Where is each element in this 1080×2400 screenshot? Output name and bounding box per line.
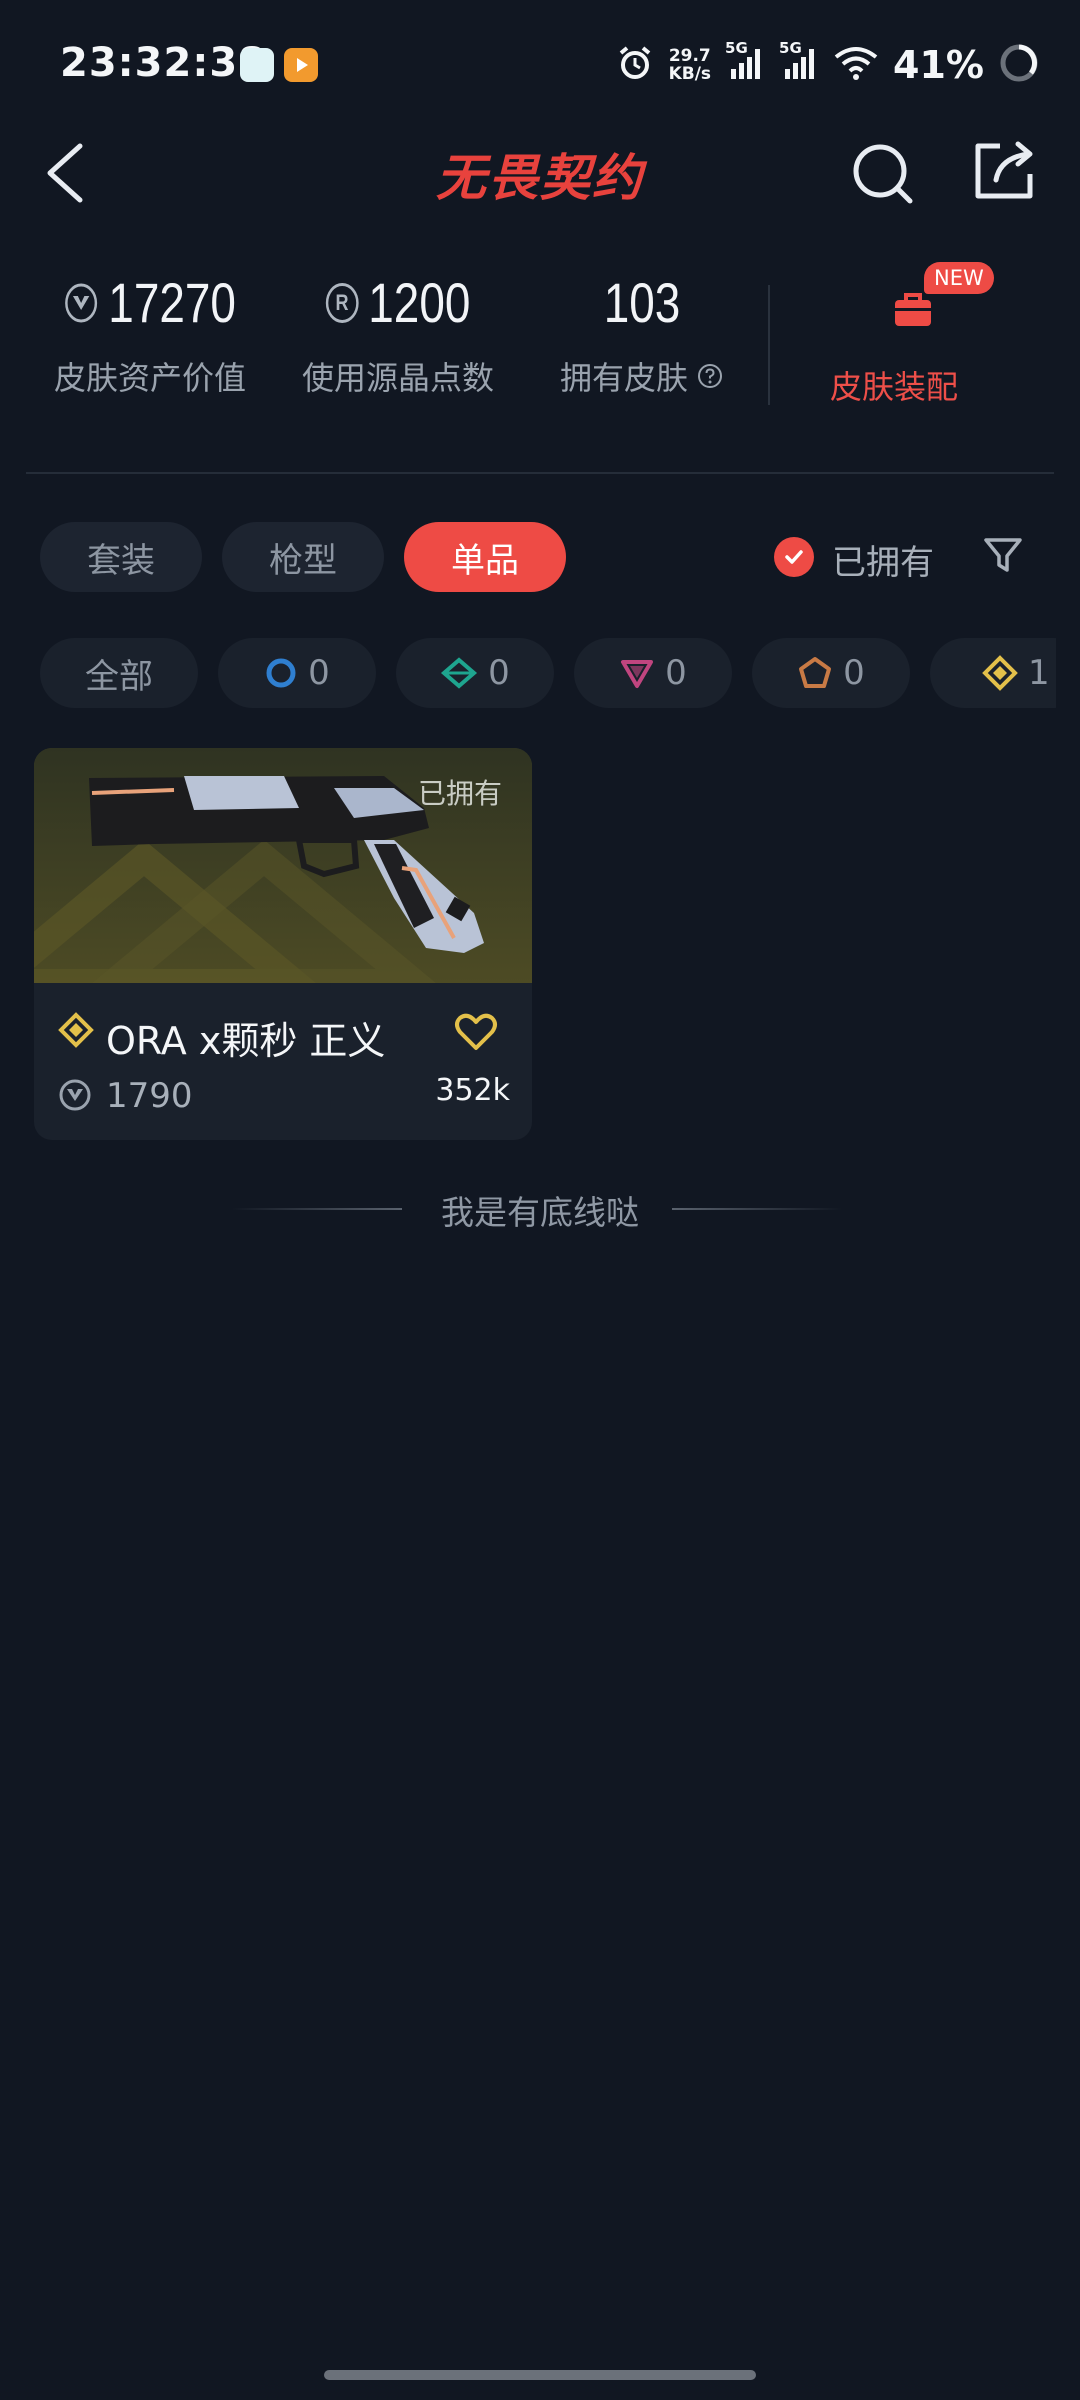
filter-icon bbox=[984, 538, 1022, 572]
new-badge: NEW bbox=[924, 262, 994, 294]
ultra-tier-icon bbox=[982, 655, 1018, 691]
stat-value-text: 1200 bbox=[368, 271, 471, 334]
radianite-point-icon: R bbox=[325, 282, 359, 323]
chip-count: 1 bbox=[1028, 653, 1050, 693]
status-right: 29.7 KB/s 5G 5G 41% bbox=[615, 39, 1040, 90]
stat-skin-value: 17270 皮肤资产价值 bbox=[40, 270, 260, 399]
stats-divider bbox=[768, 285, 770, 405]
stat-owned-skins-number: 103 bbox=[568, 270, 716, 335]
home-indicator[interactable] bbox=[324, 2370, 756, 2380]
select-tier-icon bbox=[266, 658, 296, 688]
skin-image: 已拥有 bbox=[34, 748, 532, 983]
stat-label: 使用源晶点数 bbox=[301, 359, 494, 397]
stat-radianite-number: R 1200 bbox=[308, 270, 488, 335]
signal-2-label: 5G bbox=[779, 39, 802, 57]
chip-count: 0 bbox=[843, 653, 865, 693]
exclusive-tier-icon bbox=[799, 657, 832, 688]
chip-count: 0 bbox=[665, 653, 687, 693]
rarity-chip-row: 全部 0 0 0 0 1 bbox=[0, 630, 1056, 720]
tab-label: 枪型 bbox=[269, 540, 337, 581]
notification-app-icon bbox=[240, 48, 274, 82]
valorant-point-icon bbox=[65, 283, 98, 322]
stat-radianite: R 1200 使用源晶点数 bbox=[288, 270, 508, 399]
tab-suits[interactable]: 套装 bbox=[40, 522, 202, 592]
chip-label: 全部 bbox=[85, 656, 153, 697]
stat-skin-value-number: 17270 bbox=[60, 270, 240, 335]
filter-button[interactable] bbox=[978, 530, 1028, 580]
chip-exclusive-tier[interactable]: 0 bbox=[752, 638, 910, 708]
search-icon bbox=[853, 144, 913, 204]
checkmark-icon bbox=[785, 550, 803, 564]
search-button[interactable] bbox=[848, 138, 918, 208]
alarm-icon bbox=[615, 43, 655, 87]
end-divider-right bbox=[672, 1208, 842, 1210]
stat-label: 拥有皮肤 bbox=[559, 359, 688, 397]
chip-deluxe-tier[interactable]: 0 bbox=[396, 638, 554, 708]
deluxe-tier-icon bbox=[441, 657, 478, 689]
chip-premium-tier[interactable]: 0 bbox=[574, 638, 732, 708]
skin-card[interactable]: 已拥有 ORA x颗秒 正义 1790 352k bbox=[34, 748, 532, 1140]
chip-count: 0 bbox=[488, 653, 510, 693]
net-speed-unit: KB/s bbox=[668, 64, 712, 84]
stat-label-row: 拥有皮肤 bbox=[552, 353, 732, 399]
section-divider bbox=[26, 472, 1054, 474]
signal-1-label: 5G bbox=[725, 39, 748, 57]
net-speed-value: 29.7 bbox=[668, 46, 711, 66]
end-of-list-text: 我是有底线哒 bbox=[441, 1193, 639, 1232]
page-title: 无畏契约 bbox=[436, 149, 644, 207]
share-icon bbox=[975, 141, 1033, 199]
ultra-tier-icon bbox=[58, 1012, 94, 1052]
stat-value-text: 103 bbox=[603, 271, 681, 334]
skin-name: ORA x颗秒 正义 bbox=[106, 1019, 386, 1063]
owned-checkbox[interactable] bbox=[774, 537, 814, 577]
wifi-icon bbox=[833, 45, 879, 85]
favorite-button[interactable] bbox=[454, 1010, 498, 1054]
tab-label: 单品 bbox=[451, 540, 519, 581]
skin-price: 1790 bbox=[106, 1076, 193, 1116]
owned-filter-label[interactable]: 已拥有 bbox=[832, 535, 934, 584]
chip-all[interactable]: 全部 bbox=[40, 638, 198, 708]
owned-tag: 已拥有 bbox=[417, 777, 502, 810]
status-bar: 23:32:38 29.7 KB/s 5G 5G 41% bbox=[0, 0, 1080, 130]
stat-owned-skins[interactable]: 103 拥有皮肤 bbox=[552, 270, 732, 399]
skin-equip-label: 皮肤装配 bbox=[830, 368, 959, 406]
heart-icon bbox=[455, 1013, 497, 1050]
network-speed: 29.7 KB/s bbox=[669, 47, 711, 83]
tab-single-item[interactable]: 单品 bbox=[404, 522, 566, 592]
premium-tier-icon bbox=[621, 660, 654, 688]
tab-weapon-type[interactable]: 枪型 bbox=[222, 522, 384, 592]
signal-1-icon: 5G bbox=[725, 39, 765, 85]
like-count: 352k bbox=[435, 1073, 510, 1108]
stat-label: 皮肤资产价值 bbox=[53, 359, 246, 397]
tab-label: 套装 bbox=[87, 540, 155, 581]
battery-ring-icon bbox=[998, 42, 1040, 88]
valorant-point-icon bbox=[58, 1078, 92, 1116]
signal-2-icon: 5G bbox=[779, 39, 819, 85]
status-time: 23:32:38 bbox=[60, 40, 267, 86]
locker-icon bbox=[892, 290, 934, 334]
stat-value-text: 17270 bbox=[108, 271, 236, 334]
help-icon[interactable] bbox=[696, 362, 724, 390]
chip-count: 0 bbox=[308, 653, 330, 693]
chip-select-tier[interactable]: 0 bbox=[218, 638, 376, 708]
chip-ultra-tier[interactable]: 1 bbox=[930, 638, 1056, 708]
share-button[interactable] bbox=[970, 136, 1040, 206]
notification-video-icon bbox=[284, 48, 318, 82]
battery-percent: 41% bbox=[893, 43, 984, 87]
